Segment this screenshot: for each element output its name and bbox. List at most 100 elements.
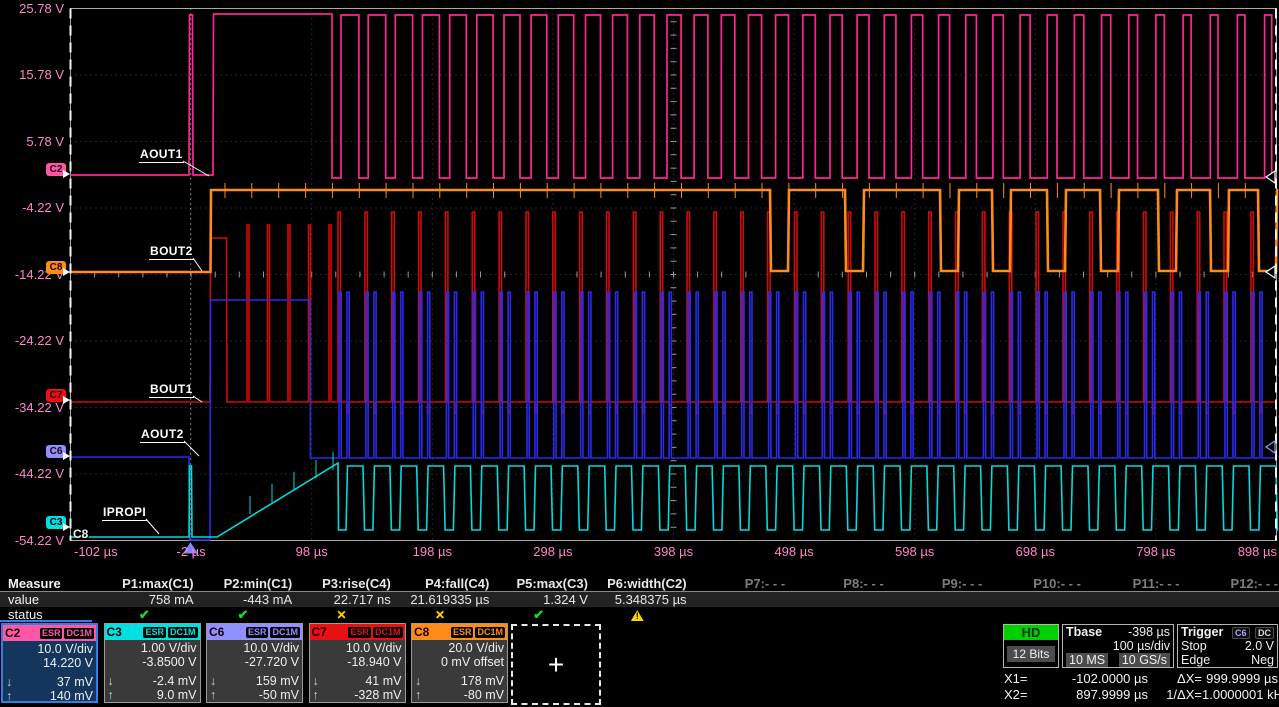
- arrow-up-icon: ↑: [313, 688, 319, 702]
- measure-header-p6[interactable]: P6:width(C2): [588, 576, 687, 591]
- measure-header-p4[interactable]: P4:fall(C4): [391, 576, 490, 591]
- measure-status-row: status ✔✔✕✕✔!: [0, 607, 1279, 622]
- measure-status-p12: [1180, 607, 1279, 622]
- offset-value: -3.8500 V: [108, 655, 197, 669]
- measure-header-p5[interactable]: P5:max(C3): [489, 576, 588, 591]
- time-label: 698 µs: [1016, 544, 1055, 559]
- measure-header-p3[interactable]: P3:rise(C4): [292, 576, 391, 591]
- trigger-level-marker: [1266, 441, 1275, 453]
- callout-leader-lines: [146, 161, 209, 534]
- measure-value-p9: [884, 592, 983, 607]
- measure-value-p3: 22.717 ns: [292, 592, 391, 607]
- trigger-kind: Edge: [1181, 653, 1210, 667]
- voltage-label: 15.78 V: [0, 67, 64, 83]
- descriptor-c7[interactable]: C7ESRDC1M10.0 V/div-18.940 V↓41 mV↑-328 …: [309, 623, 406, 703]
- time-label: 798 µs: [1136, 544, 1175, 559]
- arrow-down-icon: ↓: [108, 674, 114, 688]
- measure-header-p11[interactable]: P11:- - -: [1081, 576, 1180, 591]
- coupling-badge: ESR: [451, 627, 474, 638]
- measure-value-p1: 758 mA: [95, 592, 194, 607]
- arrow-up-icon: ↑: [210, 688, 216, 702]
- descriptor-c6[interactable]: C6ESRDC1M10.0 V/div-27.720 V↓159 mV↑-50 …: [206, 623, 303, 703]
- measure-value-p10: [982, 592, 1081, 607]
- channel-marker-arrow: [63, 523, 70, 531]
- oscilloscope-screen: 25.78 V15.78 V5.78 V-4.22 V-14.22 V-24.2…: [0, 0, 1279, 707]
- trigger-slope: Neg: [1251, 653, 1274, 667]
- trigger-mode: Stop: [1181, 639, 1207, 653]
- cursor-readout: X1= -102.0000 µs ΔX= 999.9999 µs X2= 897…: [1004, 671, 1278, 702]
- right-edge-marker-mid: [1266, 266, 1275, 278]
- measure-value-p2: -443 mA: [194, 592, 293, 607]
- hd-title: HD: [1004, 625, 1058, 640]
- measure-status-p3: ✕: [292, 607, 391, 622]
- measure-value-p4: 21.619335 µs: [391, 592, 490, 607]
- trigger-descriptor[interactable]: Trigger C6 DC Stop 2.0 V Edge Neg: [1177, 624, 1278, 668]
- descriptor-c2[interactable]: C2ESRDC1M10.0 V/div14.220 V↓37 mV↑140 mV: [1, 623, 98, 703]
- measure-status-p9: [884, 607, 983, 622]
- measure-status-p6: !: [588, 607, 687, 622]
- measure-header-p12[interactable]: P12:- - -: [1180, 576, 1279, 591]
- status-pending-icon: ✕: [336, 608, 346, 622]
- max-indicator: -80 mV: [464, 688, 504, 702]
- measure-header-p2[interactable]: P2:min(C1): [194, 576, 293, 591]
- vdiv-value: 1.00 V/div: [108, 641, 197, 655]
- vdiv-value: 10.0 V/div: [210, 641, 299, 655]
- channel-id: C8: [414, 625, 429, 639]
- timebase-descriptor[interactable]: Tbase -398 µs 100 µs/div 10 MS 10 GS/s: [1062, 624, 1174, 668]
- measure-status-p5: ✔: [489, 607, 588, 622]
- arrow-up-icon: ↑: [6, 689, 12, 703]
- trace-c3-ramp-ticks: [250, 452, 333, 514]
- offset-value: 14.220 V: [6, 656, 93, 670]
- measure-status-p2: ✔: [194, 607, 293, 622]
- waveform-grid[interactable]: [0, 0, 1279, 562]
- measure-header-p9[interactable]: P9:- - -: [884, 576, 983, 591]
- measure-header-p7[interactable]: P7:- - -: [687, 576, 786, 591]
- vdiv-value: 10.0 V/div: [6, 642, 93, 656]
- coupling-badge: DC1M: [270, 627, 300, 638]
- max-indicator: 9.0 mV: [157, 688, 197, 702]
- time-label: 598 µs: [895, 544, 934, 559]
- min-indicator: 37 mV: [57, 675, 93, 689]
- invdx-value: 1.0000001 kHz: [1202, 687, 1278, 702]
- measure-header-row: Measure P1:max(C1)P2:min(C1)P3:rise(C4)P…: [0, 576, 1279, 592]
- channel-id: C6: [209, 625, 224, 639]
- arrow-down-icon: ↓: [6, 675, 12, 689]
- add-channel-box[interactable]: +: [511, 624, 601, 705]
- measure-header-p8[interactable]: P8:- - -: [785, 576, 884, 591]
- min-indicator: 41 mV: [365, 674, 401, 688]
- measure-value-p11: [1081, 592, 1180, 607]
- time-label: 298 µs: [533, 544, 572, 559]
- voltage-label: -4.22 V: [0, 200, 64, 216]
- arrow-down-icon: ↓: [415, 674, 421, 688]
- coupling-badge: ESR: [143, 627, 166, 638]
- max-indicator: -328 mV: [354, 688, 401, 702]
- channel-marker-arrow: [63, 170, 70, 178]
- trigger-source-badge: C6: [1232, 627, 1250, 639]
- max-indicator: -50 mV: [259, 688, 299, 702]
- descriptor-c3[interactable]: C3ESRDC1M1.00 V/div-3.8500 V↓-2.4 mV↑9.0…: [104, 623, 201, 703]
- measure-status-p4: ✕: [391, 607, 490, 622]
- time-axis: -102 µs-2 µs98 µs198 µs298 µs398 µs498 µ…: [0, 544, 1279, 561]
- measure-status-p1: ✔: [95, 607, 194, 622]
- coupling-badge: ESR: [348, 627, 371, 638]
- measure-status-p11: [1081, 607, 1180, 622]
- measure-value-label: value: [0, 592, 95, 607]
- x1-value: -102.0000 µs: [1046, 671, 1148, 686]
- coupling-badge: ESR: [246, 627, 269, 638]
- time-label: 198 µs: [413, 544, 452, 559]
- voltage-label: -44.22 V: [0, 466, 64, 482]
- channel-marker-arrow: [63, 452, 70, 460]
- measure-status-p8: [785, 607, 884, 622]
- trace-label-ipropi: IPROPI: [102, 505, 147, 521]
- status-warning-icon: !: [631, 610, 644, 621]
- descriptor-c8[interactable]: C8ESRDC1M20.0 V/div0 mV offset↓178 mV↑-8…: [411, 623, 508, 703]
- measure-header-p10[interactable]: P10:- - -: [982, 576, 1081, 591]
- right-edge-marker-high: [1266, 171, 1275, 183]
- vdiv-value: 10.0 V/div: [313, 641, 402, 655]
- tbase-memory: 10 MS: [1066, 653, 1108, 667]
- measure-header-p1[interactable]: P1:max(C1): [95, 576, 194, 591]
- hd-descriptor[interactable]: HD 12 Bits: [1003, 624, 1059, 668]
- voltage-label: 5.78 V: [0, 134, 64, 150]
- arrow-down-icon: ↓: [313, 674, 319, 688]
- status-pending-icon: ✕: [435, 608, 445, 622]
